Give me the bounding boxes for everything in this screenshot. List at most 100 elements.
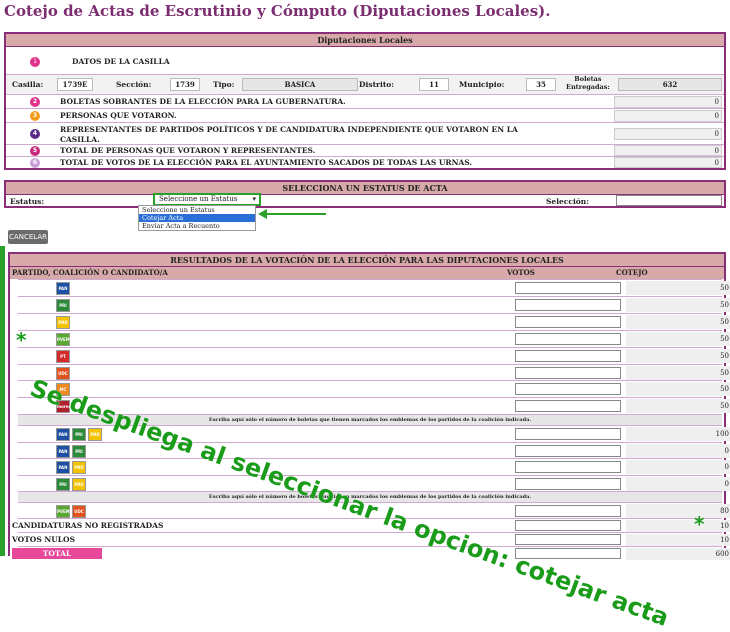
votos-input[interactable] (515, 366, 621, 379)
row-value: 0 (614, 157, 722, 168)
extra-row-label: TOTAL (12, 548, 102, 560)
municipio-value: 35 (526, 78, 556, 91)
votos-input[interactable] (515, 383, 621, 396)
votos-input[interactable] (515, 282, 621, 294)
row-number-icon: 2 (30, 97, 40, 107)
party-logo-pri-icon: PRI (72, 444, 86, 458)
summary-row: 6 TOTAL DE VOTOS DE LA ELECCIÓN PARA EL … (6, 156, 724, 168)
tipo-label: Tipo: (213, 80, 235, 89)
party-logo-pan-icon: PAN (56, 461, 70, 475)
col-party: PARTIDO, COALICIÓN O CANDIDATO/A (12, 268, 168, 277)
annotation-star-right: * (694, 512, 705, 536)
party-row: PAN PRI 0 (18, 441, 730, 459)
row-label: PERSONAS QUE VOTARON. (60, 111, 177, 120)
votos-input[interactable] (515, 520, 621, 532)
cotejo-value: 10 (626, 534, 730, 547)
votos-input[interactable] (515, 428, 621, 441)
cotejo-value: 80 (626, 504, 730, 519)
party-logo-pvem-icon: PVEM (56, 505, 70, 519)
distrito-label: Distrito: (359, 80, 395, 89)
extra-row-label: VOTOS NULOS (12, 535, 75, 545)
tipo-value: BASICA (242, 78, 358, 91)
party-logo-pt-icon: PT (56, 349, 70, 363)
row-label-line1: REPRESENTANTES DE PARTIDOS POLÍTICOS Y D… (60, 125, 518, 134)
votos-input[interactable] (515, 400, 621, 413)
row-label: REPRESENTANTES DE PARTIDOS POLÍTICOS Y D… (60, 125, 518, 145)
option-enviar-recuento[interactable]: Enviar Acta a Recuento (139, 222, 255, 230)
distrito-value: 11 (419, 78, 449, 91)
summary-row: 5 TOTAL DE PERSONAS QUE VOTARON Y REPRES… (6, 144, 724, 156)
row-value: 0 (614, 145, 722, 156)
estatus-options-list: Seleccione un Estatus Cotejar Acta Envia… (138, 205, 256, 231)
party-logo-pan-icon: PAN (56, 282, 70, 295)
boletas-label-line2: Entregadas: (566, 83, 610, 91)
boletas-label-line1: Boletas (574, 75, 602, 83)
party-row: PRI PRD 0 (18, 474, 730, 492)
estatus-select-value: Seleccione un Estatus (159, 195, 238, 203)
cotejo-value: 0 (626, 460, 730, 475)
section-title: DATOS DE LA CASILLA (72, 57, 170, 66)
row-value: 0 (614, 128, 722, 140)
party-logo-pan-icon: PAN (56, 428, 70, 442)
row-number-icon: 3 (30, 111, 40, 121)
votos-input[interactable] (515, 477, 621, 490)
votos-input[interactable] (515, 349, 621, 362)
page-title: Cotejo de Actas de Escrutinio y Cómputo … (4, 2, 551, 20)
estatus-label: Estatus: (10, 197, 45, 206)
votos-input[interactable] (515, 534, 621, 546)
row-label: TOTAL DE PERSONAS QUE VOTARON Y REPRESEN… (60, 146, 316, 155)
seccion-value: 1739 (170, 78, 200, 91)
seleccion-field (616, 195, 722, 206)
summary-row: 3 PERSONAS QUE VOTARON. 0 (6, 108, 724, 122)
cotejo-value: 10 (626, 520, 730, 533)
party-row: PAN 50 (18, 279, 730, 296)
party-logo-prd-icon: PRD (88, 428, 102, 442)
party-row: PRI 50 (18, 295, 730, 313)
row-value: 0 (614, 110, 722, 122)
party-logo-prd-icon: PRD (72, 461, 86, 475)
option-cotejar-acta[interactable]: Cotejar Acta (139, 214, 255, 222)
row-value: 0 (614, 96, 722, 108)
extra-row-label: CANDIDATURAS NO REGISTRADAS (12, 521, 164, 531)
row-number-icon: 6 (30, 158, 40, 168)
row-number-icon: 5 (30, 146, 40, 156)
col-cotejo: COTEJO (616, 268, 648, 277)
seccion-label: Sección: (116, 80, 152, 89)
votos-input[interactable] (515, 332, 621, 345)
votos-input[interactable] (515, 444, 621, 457)
col-votos: VOTOS (507, 268, 535, 277)
casilla-value: 1739E (57, 78, 93, 91)
panel-header: Diputaciones Locales (6, 34, 724, 47)
results-col-headers: PARTIDO, COALICIÓN O CANDIDATO/A VOTOS C… (10, 267, 724, 279)
option-seleccione[interactable]: Seleccione un Estatus (139, 206, 255, 214)
boletas-value: 632 (618, 78, 722, 91)
boletas-label: Boletas Entregadas: (566, 75, 610, 91)
party-row: PVEM 50 (18, 329, 730, 347)
party-logo-udc-icon: UDC (56, 366, 70, 380)
arrow-left-icon (258, 209, 326, 219)
party-logo-pvem-icon: PVEM (56, 332, 70, 346)
section-icon: 1 (30, 57, 40, 67)
municipio-label: Municipio: (459, 80, 505, 89)
votos-input[interactable] (515, 461, 621, 474)
summary-row: 4 REPRESENTANTES DE PARTIDOS POLÍTICOS Y… (6, 122, 724, 144)
row-label: TOTAL DE VOTOS DE LA ELECCIÓN PARA EL AY… (60, 158, 473, 167)
cotejo-value: 50 (626, 382, 730, 397)
casilla-panel: Diputaciones Locales 1 DATOS DE LA CASIL… (4, 32, 726, 170)
cotejo-value: 50 (626, 348, 730, 363)
votos-input[interactable] (515, 505, 621, 518)
summary-row: 2 BOLETAS SOBRANTES DE LA ELECCIÓN PARA … (6, 94, 724, 108)
party-logo-pan-icon: PAN (56, 444, 70, 458)
cancel-button[interactable]: CANCELAR (8, 230, 48, 244)
cotejo-value: 0 (626, 443, 730, 458)
votos-input[interactable] (515, 315, 621, 328)
annotation-star-left: * (16, 328, 27, 352)
row-label-line2: CASILLA. (60, 135, 100, 144)
cotejo-value: 50 (626, 399, 730, 414)
cotejo-value: 100 (626, 427, 730, 442)
results-green-border (0, 246, 5, 556)
votos-input[interactable] (515, 298, 621, 311)
seleccion-label: Selección: (546, 197, 590, 206)
cotejo-value: 50 (626, 331, 730, 346)
party-row: PAN PRD 0 (18, 458, 730, 475)
